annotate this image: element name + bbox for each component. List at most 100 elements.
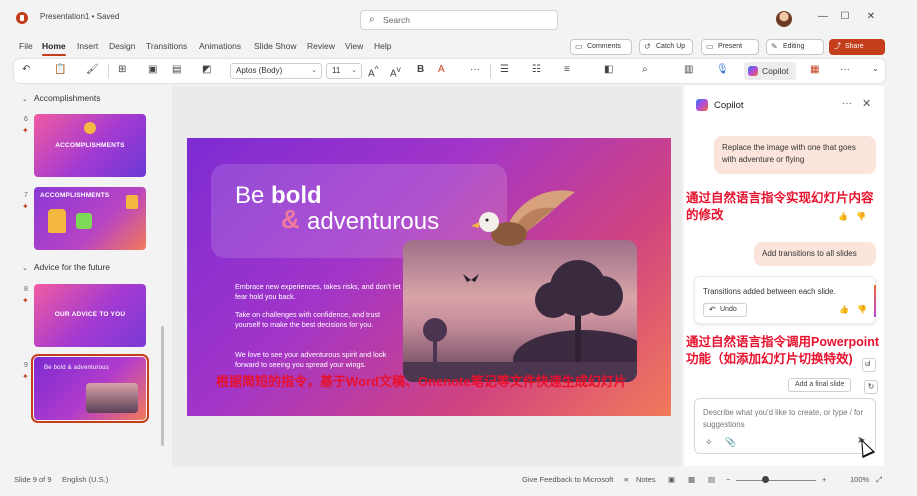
trophy-icon bbox=[48, 209, 66, 233]
find-icon[interactable]: ⌕ bbox=[642, 64, 648, 75]
tab-help[interactable]: Help bbox=[374, 41, 391, 51]
catch-up-icon: ↺ bbox=[644, 42, 651, 51]
align-icon[interactable]: ≡ bbox=[564, 64, 570, 75]
present-button[interactable]: ▭ Present bbox=[701, 39, 759, 55]
zoom-out-icon[interactable]: − bbox=[726, 475, 730, 484]
add-ins-icon[interactable]: ▦ bbox=[810, 64, 819, 75]
bold-icon[interactable]: B bbox=[417, 64, 424, 75]
tab-view[interactable]: View bbox=[345, 41, 363, 51]
more-options-icon[interactable]: ··· bbox=[840, 64, 850, 75]
slide-thumbnail-selected[interactable]: Be bold & adventurous bbox=[31, 354, 149, 423]
slide-sorter-icon[interactable]: ▦ bbox=[688, 475, 695, 484]
notes-button[interactable]: Notes bbox=[636, 475, 656, 484]
slide-canvas: Be bold & adventurous Embrace new experi… bbox=[172, 86, 682, 466]
more-font-options-icon[interactable]: ··· bbox=[470, 64, 480, 75]
reuse-slides-icon[interactable]: ▣ bbox=[148, 64, 157, 75]
font-family-select[interactable]: Aptos (Body) ⌄ bbox=[230, 63, 322, 79]
dictate-icon[interactable]: 🎙 bbox=[716, 64, 729, 75]
font-size-select[interactable]: 11 ⌄ bbox=[326, 63, 362, 79]
tab-insert[interactable]: Insert bbox=[77, 41, 98, 51]
copilot-pane: Copilot ··· ✕ Replace the image with one… bbox=[684, 86, 884, 466]
search-placeholder: Search bbox=[383, 15, 410, 25]
undo-icon[interactable]: ↶ bbox=[22, 64, 30, 75]
bullets-icon[interactable]: ☰ bbox=[500, 64, 509, 75]
tab-animations[interactable]: Animations bbox=[199, 41, 241, 51]
zoom-level[interactable]: 100% bbox=[850, 475, 869, 484]
section-header[interactable]: ⌄ Advice for the future bbox=[22, 262, 110, 272]
copilot-title: Copilot bbox=[714, 100, 744, 111]
slide-thumbnail[interactable]: OUR ADVICE TO YOU bbox=[34, 284, 146, 347]
search-box[interactable]: ⌕ Search bbox=[360, 10, 558, 30]
user-avatar[interactable] bbox=[776, 11, 792, 27]
thumbs-down-icon[interactable]: 👎 bbox=[857, 305, 867, 314]
title-bar: Presentation1 • Saved ⌕ Search — ☐ ✕ bbox=[0, 0, 917, 36]
language-indicator[interactable]: English (U.S.) bbox=[62, 475, 108, 484]
copilot-button[interactable]: Copilot bbox=[744, 62, 796, 80]
paste-icon[interactable]: 📋 bbox=[54, 64, 66, 75]
decrease-font-icon[interactable]: Av bbox=[390, 64, 401, 79]
fit-to-window-icon[interactable]: ⤢ bbox=[876, 475, 882, 485]
tab-transitions[interactable]: Transitions bbox=[146, 41, 187, 51]
suggestion-chip[interactable]: Add a final slide bbox=[788, 378, 852, 392]
increase-font-icon[interactable]: A^ bbox=[368, 64, 379, 79]
thumbnail-title: Be bold & adventurous bbox=[44, 365, 109, 371]
user-message: Add transitions to all slides bbox=[754, 242, 876, 266]
undo-button[interactable]: ↶ Undo bbox=[703, 303, 747, 317]
chevron-down-icon: ⌄ bbox=[22, 96, 28, 103]
copilot-icon bbox=[748, 66, 758, 76]
thumbnail-title: OUR ADVICE TO YOU bbox=[54, 311, 126, 318]
slide-number: 7 bbox=[24, 192, 28, 199]
prompt-placeholder: Describe what you'd like to create, or t… bbox=[703, 408, 864, 429]
reading-view-icon[interactable]: ▤ bbox=[708, 475, 715, 484]
shapes-icon[interactable]: ◧ bbox=[604, 64, 613, 75]
thumbnails-scrollbar[interactable] bbox=[161, 326, 164, 446]
numbering-icon[interactable]: ☷ bbox=[532, 64, 541, 75]
feedback-link[interactable]: Give Feedback to Microsoft bbox=[522, 475, 613, 484]
close-button[interactable]: ✕ bbox=[862, 9, 880, 25]
background-icon[interactable]: ◩ bbox=[202, 64, 211, 75]
tab-file[interactable]: File bbox=[19, 41, 33, 51]
format-painter-icon[interactable]: 🖌 bbox=[86, 64, 99, 75]
chevron-down-icon[interactable]: ⌄ bbox=[872, 64, 879, 73]
chevron-down-icon: ⌄ bbox=[351, 67, 357, 74]
font-color-icon[interactable]: A bbox=[438, 64, 445, 75]
chevron-down-icon: ⌄ bbox=[22, 265, 28, 272]
maximize-button[interactable]: ☐ bbox=[836, 9, 854, 25]
zoom-in-icon[interactable]: + bbox=[822, 475, 826, 484]
divider bbox=[490, 64, 491, 78]
new-slide-icon[interactable]: ⊞ bbox=[118, 64, 126, 75]
share-button[interactable]: ⤴ Share bbox=[829, 39, 885, 55]
designer-icon[interactable]: ▥ bbox=[684, 64, 693, 75]
minimize-button[interactable]: — bbox=[814, 9, 832, 25]
thumbs-up-icon[interactable]: 👍 bbox=[839, 305, 849, 314]
annotation-note-1: 通过自然语言指令实现幻灯片内容的修改 bbox=[686, 191, 874, 222]
normal-view-icon[interactable]: ▣ bbox=[668, 475, 675, 484]
slide-thumbnail[interactable]: ACCOMPLISHMENTS bbox=[34, 187, 146, 250]
tab-design[interactable]: Design bbox=[109, 41, 135, 51]
response-text: Transitions added between each slide. bbox=[703, 287, 836, 296]
zoom-slider[interactable] bbox=[736, 480, 816, 481]
notes-icon[interactable]: ≡ bbox=[624, 475, 628, 484]
slide-title-line1: Be bold bbox=[235, 182, 322, 209]
chevron-down-icon: ⌄ bbox=[311, 67, 317, 74]
section-header[interactable]: ⌄ Accomplishments bbox=[22, 93, 100, 103]
editing-mode-button[interactable]: ✎ Editing bbox=[766, 39, 824, 55]
tab-slide-show[interactable]: Slide Show bbox=[254, 41, 297, 51]
attach-icon[interactable]: 📎 bbox=[725, 437, 736, 448]
share-icon: ⤴ bbox=[834, 43, 841, 50]
annotation-note-3: 根据简短的指令，基于Word文稿、Onenote笔记等文件快速生成幻灯片 bbox=[216, 374, 627, 389]
layout-icon[interactable]: ▤ bbox=[172, 64, 181, 75]
sparkle-icon: ✦ bbox=[22, 372, 29, 381]
copilot-prompt-box[interactable]: Describe what you'd like to create, or t… bbox=[694, 398, 876, 454]
sparkle-prompt-icon[interactable]: ✧ bbox=[705, 437, 713, 448]
tab-home[interactable]: Home bbox=[42, 41, 66, 56]
close-icon[interactable]: ✕ bbox=[862, 97, 871, 110]
zoom-slider-thumb[interactable] bbox=[762, 476, 769, 483]
catch-up-button[interactable]: ↺ Catch Up bbox=[639, 39, 693, 55]
refresh-suggestions-icon[interactable]: ↻ bbox=[864, 380, 878, 394]
comments-button[interactable]: ▭ Comments bbox=[570, 39, 632, 55]
more-icon[interactable]: ··· bbox=[842, 98, 852, 109]
slide-thumbnail[interactable]: ACCOMPLISHMENTS bbox=[34, 114, 146, 177]
tab-review[interactable]: Review bbox=[307, 41, 335, 51]
powerpoint-logo-icon bbox=[16, 12, 28, 24]
